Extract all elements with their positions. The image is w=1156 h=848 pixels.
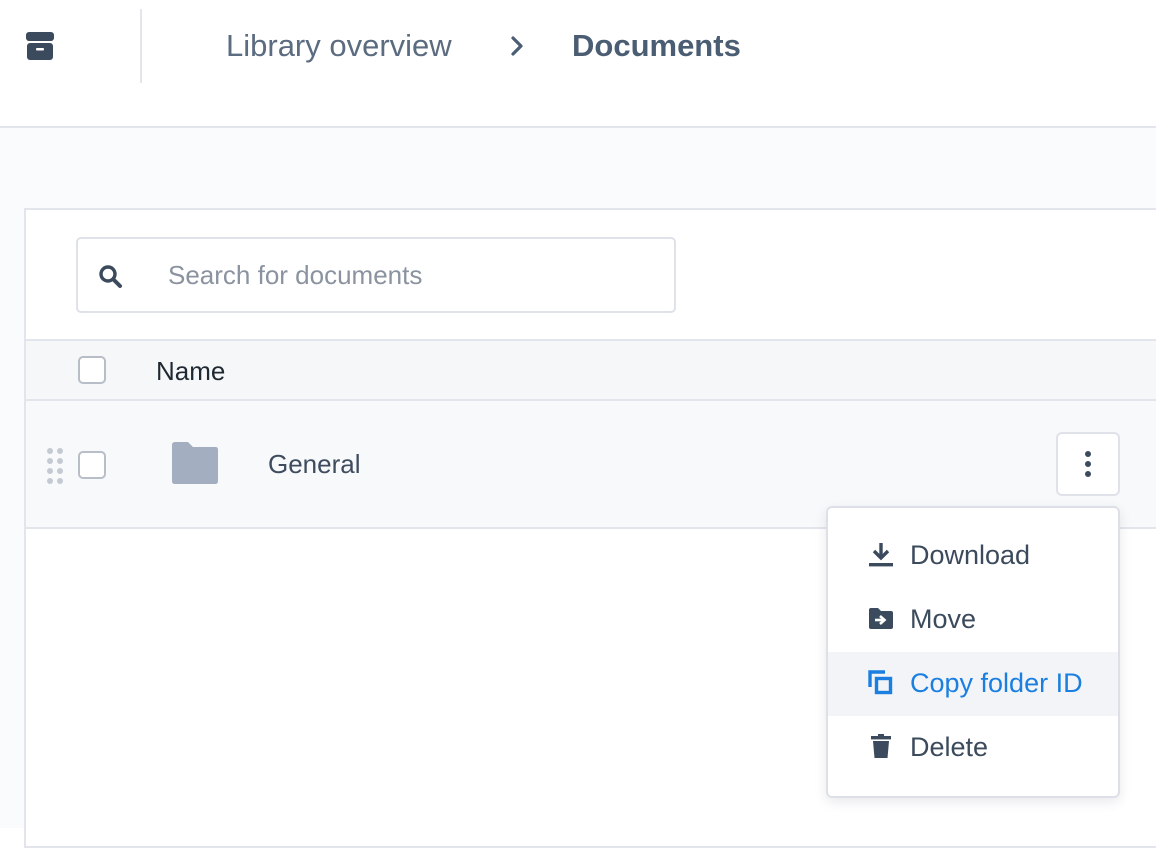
menu-item-move[interactable]: Move <box>828 588 1118 652</box>
more-vertical-icon <box>1085 451 1091 477</box>
menu-item-label: Copy folder ID <box>910 668 1083 698</box>
archive-box-icon[interactable] <box>26 32 54 60</box>
trash-icon <box>871 734 891 758</box>
menu-item-copy-folder-id[interactable]: Copy folder ID <box>828 652 1118 716</box>
menu-item-download[interactable]: Download <box>828 524 1118 588</box>
search-box[interactable] <box>76 237 676 313</box>
search-icon <box>99 265 122 288</box>
menu-item-label: Move <box>910 604 977 634</box>
select-all-checkbox[interactable] <box>78 356 106 384</box>
row-checkbox[interactable] <box>78 451 106 479</box>
download-icon <box>869 543 893 567</box>
breadcrumb-documents: Documents <box>572 28 741 63</box>
menu-item-delete[interactable]: Delete <box>828 716 1118 780</box>
search-input[interactable] <box>168 255 648 295</box>
top-bar: Library overview Documents <box>0 0 1156 128</box>
row-name[interactable]: General <box>268 449 361 480</box>
move-to-folder-icon <box>869 608 893 629</box>
drag-handle-icon[interactable] <box>46 447 64 485</box>
row-actions-button[interactable] <box>1056 432 1120 496</box>
header-divider <box>140 9 142 83</box>
row-context-menu: Download Move Copy folder ID Delete <box>826 506 1120 798</box>
breadcrumb-library-overview[interactable]: Library overview <box>226 28 452 64</box>
column-header-name[interactable]: Name <box>156 356 225 387</box>
chevron-right-icon <box>511 36 523 56</box>
folder-icon <box>172 442 218 484</box>
table-header: Name <box>26 339 1156 401</box>
copy-icon <box>868 670 893 695</box>
menu-item-label: Download <box>910 540 1031 570</box>
menu-item-label: Delete <box>910 732 989 762</box>
